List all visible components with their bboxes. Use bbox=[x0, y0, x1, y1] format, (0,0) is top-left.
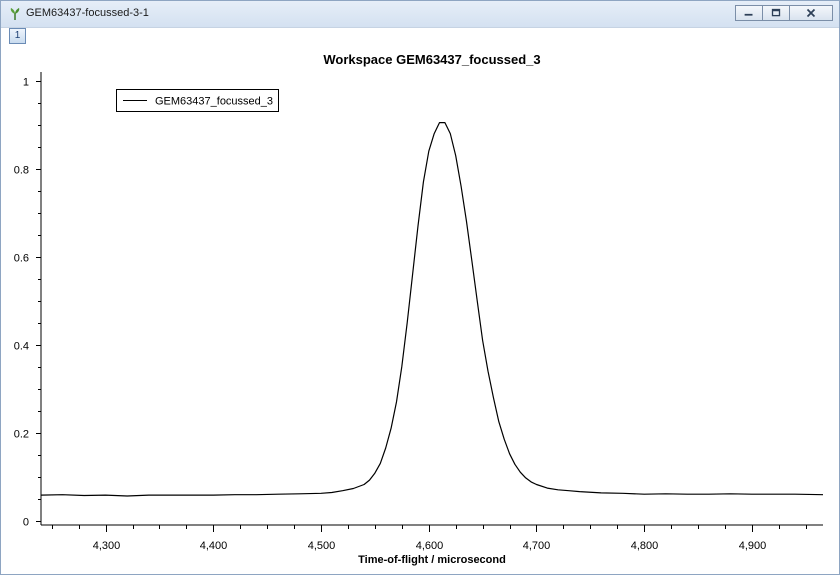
y-tick-label: 0.8 bbox=[14, 165, 29, 177]
plot-canvas[interactable]: Workspace GEM63437_focussed_3 0 0.2 0.4 0.6… bbox=[1, 1, 840, 576]
x-tick-label: 4,900 bbox=[739, 540, 767, 552]
y-tick-label: 1 bbox=[23, 77, 29, 89]
series-layer bbox=[40, 121, 824, 497]
y-tick-label: 0 bbox=[23, 517, 29, 529]
legend[interactable]: GEM63437_focussed_3 bbox=[116, 89, 279, 112]
x-tick-label: 4,700 bbox=[523, 540, 551, 552]
x-tick-label: 4,800 bbox=[631, 540, 659, 552]
x-axis-title: Time-of-flight / microsecond bbox=[358, 554, 506, 566]
y-tick-label: 0.4 bbox=[14, 341, 29, 353]
x-tick-label: 4,400 bbox=[200, 540, 228, 552]
x-tick-label: 4,600 bbox=[416, 540, 444, 552]
x-tick-label: 4,500 bbox=[308, 540, 336, 552]
series-line bbox=[40, 121, 824, 497]
plot-axes: 0 0.2 0.4 0.6 0.8 1 4,300 4,400 4,500 4,600 4,700 4… bbox=[14, 72, 823, 552]
y-tick-label: 0.6 bbox=[14, 253, 29, 265]
legend-label: GEM63437_focussed_3 bbox=[155, 96, 273, 108]
y-tick-label: 0.2 bbox=[14, 429, 29, 441]
x-tick-label: 4,300 bbox=[93, 540, 121, 552]
plot-title: Workspace GEM63437_focussed_3 bbox=[323, 52, 540, 67]
plot-window: GEM63437-focussed-3-1 1 Workspace GEM634… bbox=[0, 0, 840, 575]
